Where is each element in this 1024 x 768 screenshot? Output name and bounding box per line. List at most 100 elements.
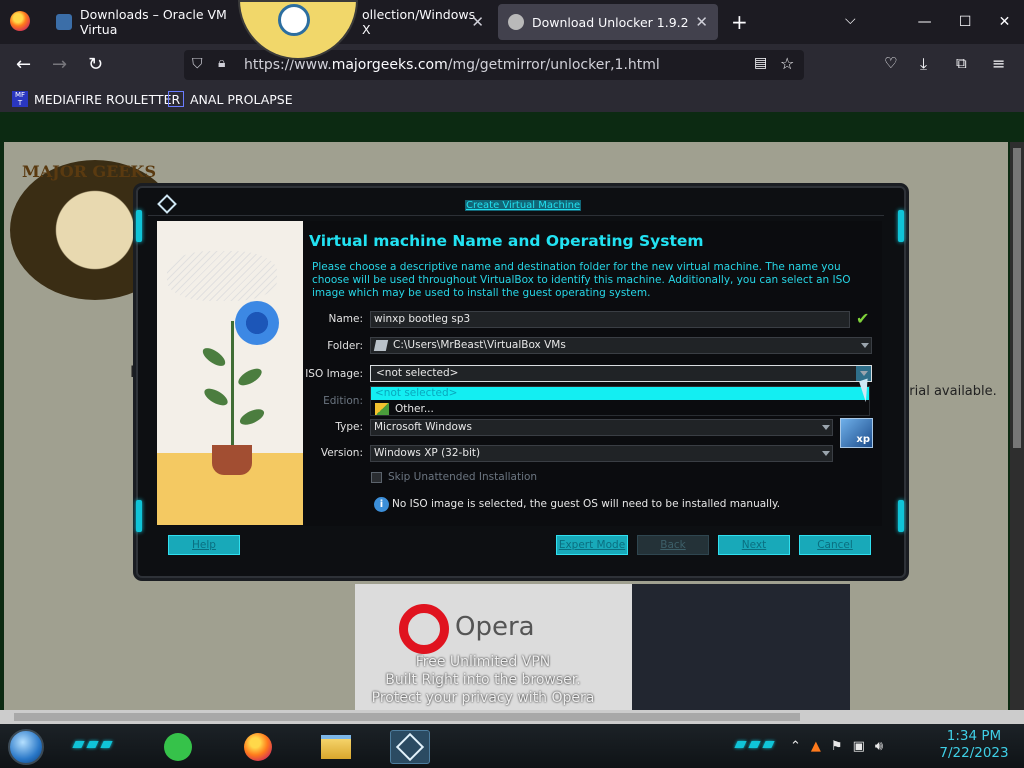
iso-option-label: Other... <box>395 403 434 415</box>
vertical-scrollbar[interactable] <box>1010 142 1024 710</box>
taskbar-notes-app[interactable] <box>158 730 198 764</box>
frame-accent <box>136 500 142 532</box>
bookmarks-toolbar: MF T MEDIAFIRE ROULETTER ANAL PROLAPSE <box>0 86 1024 112</box>
extensions-icon[interactable]: ⧉ <box>956 54 967 72</box>
hamburger-menu-icon[interactable]: ≡ <box>992 54 1005 73</box>
padlock-icon[interactable]: 🔒︎ <box>218 55 225 71</box>
ad-brand: Opera <box>455 612 535 642</box>
back-button[interactable]: Back <box>637 535 709 555</box>
show-hidden-icons-icon[interactable]: ⌃ <box>790 739 801 754</box>
pocket-icon[interactable]: ♡ <box>884 54 897 72</box>
downloads-icon[interactable]: ⤓ <box>920 54 927 74</box>
tab-title: ollection/Windows X <box>362 7 476 37</box>
firefox-menu-icon[interactable] <box>10 11 30 31</box>
clock-date: 7/22/2023 <box>939 745 1009 761</box>
version-label: Version: <box>320 447 363 459</box>
tracking-shield-icon[interactable]: ⛉ <box>192 56 203 72</box>
browser-tab-bar: Downloads – Oracle VM Virtua ollection/W… <box>0 0 1024 44</box>
reload-icon[interactable]: ↻ <box>88 54 103 75</box>
taskbar-firefox[interactable] <box>238 730 278 764</box>
close-tab-icon[interactable]: ✕ <box>471 13 484 31</box>
ad-line: Free Unlimited VPN <box>415 654 551 670</box>
help-button[interactable]: Help <box>168 535 240 555</box>
iso-dropdown-list: <not selected> Other... <box>370 386 870 416</box>
virtualbox-icon <box>56 14 72 30</box>
chevron-down-icon[interactable] <box>822 425 830 430</box>
skip-unattended-label: Skip Unattended Installation <box>388 471 538 483</box>
taskbar-file-explorer[interactable] <box>316 730 356 764</box>
back-arrow-icon[interactable]: ← <box>16 54 31 75</box>
maximize-icon[interactable]: ☐ <box>959 14 972 30</box>
next-button[interactable]: Next <box>718 535 790 555</box>
vm-folder-combo[interactable]: C:\Users\MrBeast\VirtualBox VMs <box>370 337 872 354</box>
frame-accent <box>898 210 904 242</box>
bookmark-second[interactable]: ANAL PROLAPSE <box>168 91 293 107</box>
scrollbar-thumb[interactable] <box>14 713 800 721</box>
wizard-illustration <box>157 221 303 525</box>
network-icon[interactable]: ▣ <box>853 739 865 754</box>
new-tab-plus-icon[interactable]: + <box>731 10 748 34</box>
bookmark-star-icon[interactable]: ☆ <box>780 54 794 73</box>
tab-oracle-downloads[interactable]: Downloads – Oracle VM Virtua <box>46 4 242 40</box>
start-button-orb-icon[interactable] <box>8 729 44 765</box>
volume-icon[interactable]: 🔊︎ <box>875 739 883 754</box>
chevron-down-icon[interactable] <box>861 343 869 348</box>
bookmark-icon <box>168 91 184 107</box>
flower-pot <box>212 445 252 475</box>
expert-mode-button[interactable]: Expert Mode <box>556 535 628 555</box>
taskbar-clock[interactable]: 1:34 PM 7/22/2023 <box>930 728 1018 762</box>
opera-advertisement[interactable]: Opera Free Unlimited VPN Built Right int… <box>355 584 850 714</box>
os-type-combo[interactable]: Microsoft Windows <box>370 419 833 436</box>
os-version-value: Windows XP (32-bit) <box>374 447 481 459</box>
forward-arrow-icon[interactable]: → <box>52 54 67 75</box>
bookmark-label: ANAL PROLAPSE <box>190 91 293 107</box>
iso-option-other[interactable]: Other... <box>371 402 869 416</box>
opera-logo-icon <box>399 604 449 654</box>
wizard-description: Please choose a descriptive name and des… <box>312 261 851 299</box>
system-tray: ⌃ ▲ ⚑ ▣ 🔊︎ <box>790 736 883 756</box>
tab-title: Download Unlocker 1.9.2 <box>532 14 689 30</box>
iso-image-combo[interactable]: <not selected> <box>370 365 872 382</box>
ad-line: Protect your privacy with Opera <box>371 690 595 706</box>
app-tray-icon[interactable]: ▲ <box>811 739 821 754</box>
flag-icon[interactable]: ⚑ <box>831 739 843 754</box>
iso-image-label: ISO Image: <box>305 368 363 380</box>
minimize-icon[interactable]: — <box>918 14 932 30</box>
iso-selected-value: <not selected> <box>376 367 459 379</box>
blue-flower <box>235 301 279 345</box>
close-tab-icon[interactable]: ✕ <box>695 13 708 31</box>
tab-download-unlocker[interactable]: Download Unlocker 1.9.2 ✕ <box>498 4 718 40</box>
close-window-icon[interactable]: ✕ <box>999 14 1011 30</box>
cancel-button[interactable]: Cancel <box>799 535 871 555</box>
url-path: /mg/getmirror/unlocker,1.html <box>447 57 660 73</box>
folder-icon <box>373 340 389 351</box>
firefox-icon <box>244 733 272 761</box>
taskbar-virtualbox[interactable] <box>390 730 430 764</box>
info-message: No ISO image is selected, the guest OS w… <box>392 498 781 510</box>
folder-path: C:\Users\MrBeast\VirtualBox VMs <box>393 339 566 351</box>
os-version-combo[interactable]: Windows XP (32-bit) <box>370 445 833 462</box>
info-icon: i <box>374 497 389 512</box>
vm-name-input[interactable]: winxp bootleg sp3 <box>370 311 850 328</box>
navigation-toolbar: ← → ↻ ⛉ 🔒︎ https://www.majorgeeks.com/mg… <box>0 44 1024 86</box>
bookmark-mediafire[interactable]: MF T MEDIAFIRE ROULETTER <box>12 91 180 107</box>
scrollbar-thumb[interactable] <box>1013 148 1021 448</box>
type-label: Type: <box>335 421 363 433</box>
chevron-down-icon[interactable] <box>822 451 830 456</box>
frame-accent <box>136 210 142 242</box>
plant-leaf <box>201 385 231 409</box>
site-logo-text: MAJOR GEEKS <box>22 162 157 181</box>
horizontal-scrollbar[interactable] <box>0 710 1024 724</box>
skip-unattended-checkbox[interactable] <box>371 472 382 483</box>
tab-title: Downloads – Oracle VM Virtua <box>80 7 227 37</box>
ad-line: Built Right into the browser. <box>385 672 581 688</box>
reader-view-icon[interactable]: ▤ <box>754 55 767 71</box>
iso-option-not-selected[interactable]: <not selected> <box>371 387 869 400</box>
window-controls: — ☐ ✕ <box>904 0 1024 44</box>
edition-label: Edition: <box>323 395 363 407</box>
windows-xp-os-icon: xp <box>840 418 873 448</box>
browse-image-icon <box>375 403 389 415</box>
list-all-tabs-chevron-icon[interactable]: ⌵ <box>845 12 856 28</box>
clock-time: 1:34 PM <box>946 728 1002 744</box>
url-domain: majorgeeks.com <box>331 57 448 73</box>
